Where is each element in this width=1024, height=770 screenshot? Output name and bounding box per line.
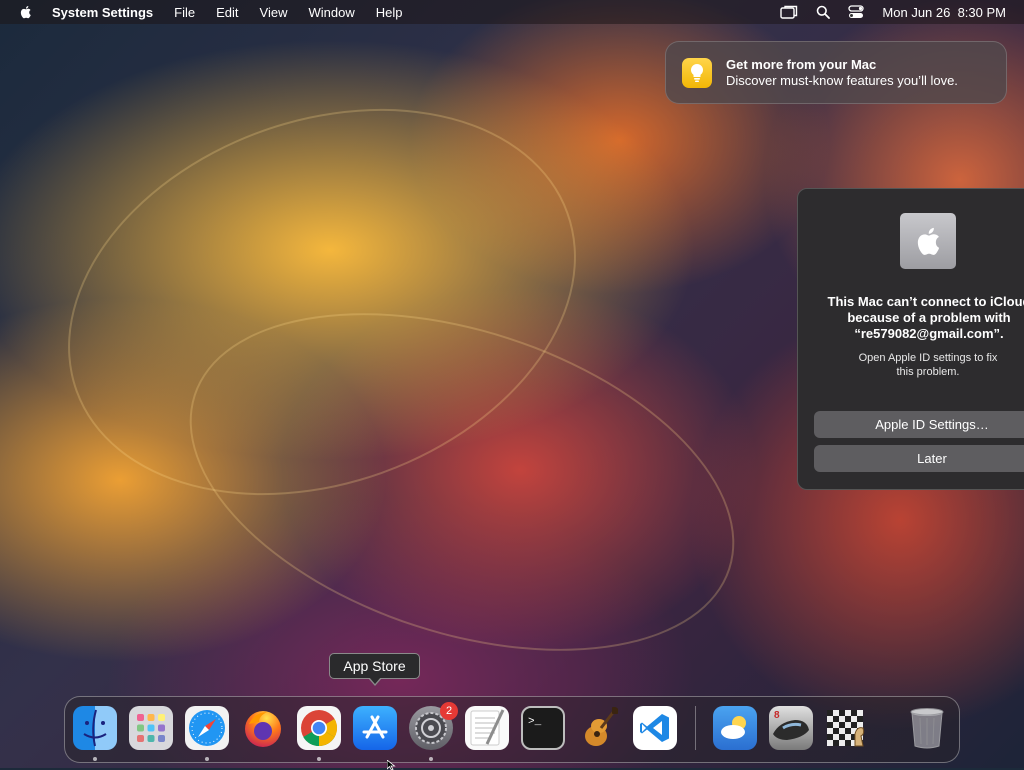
dialog-message: Open Apple ID settings to fix this probl… [808, 351, 1024, 379]
svg-text:8: 8 [774, 710, 780, 721]
tooltip-pointer [368, 677, 382, 686]
dock-tooltip: App Store [329, 653, 420, 679]
menu-bar: System Settings File Edit View Window He… [0, 0, 1024, 24]
menu-view[interactable]: View [260, 5, 288, 20]
menu-bar-clock[interactable]: Mon Jun 26 8:30 PM [882, 5, 1006, 20]
finder-running-indicator [93, 757, 97, 761]
dialog-message-line: this problem. [896, 366, 960, 378]
finder-icon[interactable] [73, 706, 117, 750]
notification-badge: 2 [440, 702, 458, 720]
chrome-icon[interactable] [297, 706, 341, 750]
dock-separator [695, 706, 696, 750]
notification-body: Discover must-know features you’ll love. [726, 73, 958, 88]
firefox-icon[interactable] [241, 706, 285, 750]
dialog-title-line: because of a problem with [847, 310, 1011, 325]
notification-title: Get more from your Mac [726, 57, 877, 72]
menu-help[interactable]: Help [376, 5, 403, 20]
dialog-title: This Mac can’t connect to iCloud because… [798, 294, 1024, 342]
trash-icon[interactable] [905, 706, 949, 750]
apple-id-settings-button[interactable]: Apple ID Settings… [814, 411, 1024, 438]
launchpad-icon[interactable] [129, 706, 173, 750]
search-icon[interactable] [816, 5, 831, 19]
menu-bar-status-area: Mon Jun 26 8:30 PM [780, 0, 1006, 24]
app-store-icon[interactable] [353, 706, 397, 750]
apple-menu-icon[interactable] [18, 4, 34, 20]
vscode-icon[interactable] [633, 706, 677, 750]
mouse-pointer-icon [387, 760, 396, 770]
weather-icon[interactable] [713, 706, 757, 750]
chrome-running-indicator [317, 757, 321, 761]
later-button[interactable]: Later [814, 445, 1024, 472]
menu-edit[interactable]: Edit [216, 5, 238, 20]
safari-icon[interactable] [185, 706, 229, 750]
garageband-icon[interactable] [577, 706, 621, 750]
control-center-icon[interactable] [848, 5, 865, 19]
menu-file[interactable]: File [174, 5, 195, 20]
racing-game-icon[interactable]: 8 [769, 706, 813, 750]
menu-app-name[interactable]: System Settings [52, 5, 153, 20]
safari-running-indicator [205, 757, 209, 761]
svg-text:>_: >_ [528, 716, 542, 728]
apple-logo-icon [900, 213, 956, 269]
terminal-icon[interactable]: >_ [521, 706, 565, 750]
lightbulb-icon [682, 58, 712, 88]
dialog-title-line: “re579082@gmail.com”. [854, 326, 1004, 341]
system-settings-running-indicator [429, 757, 433, 761]
tips-notification[interactable]: Get more from your Mac Discover must-kno… [665, 41, 1007, 104]
menu-window[interactable]: Window [308, 5, 354, 20]
screen-mirroring-icon[interactable] [780, 5, 798, 19]
icloud-alert-dialog: This Mac can’t connect to iCloud because… [797, 188, 1024, 490]
dialog-message-line: Open Apple ID settings to fix [858, 352, 998, 364]
chess-icon[interactable] [825, 706, 869, 750]
textedit-icon[interactable] [465, 706, 509, 750]
dialog-title-line: This Mac can’t connect to iCloud [827, 294, 1024, 309]
